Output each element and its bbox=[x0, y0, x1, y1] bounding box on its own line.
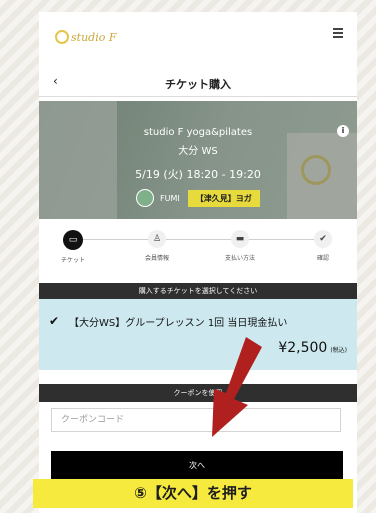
step-connector bbox=[77, 239, 319, 240]
avatar bbox=[136, 189, 154, 207]
logo-text: studio F bbox=[71, 31, 117, 44]
step-confirm: ✔ 確認 bbox=[293, 230, 353, 262]
info-icon[interactable]: i bbox=[337, 125, 349, 137]
step-label: チケット bbox=[60, 257, 85, 264]
hamburger-menu-icon[interactable] bbox=[333, 28, 343, 38]
ticket-section-header: 購入するチケットを選択してください bbox=[39, 283, 357, 299]
lesson-hero: studio F yoga&pilates 大分 WS 5/19 (火) 18:… bbox=[39, 101, 357, 219]
logo-mark-icon bbox=[55, 30, 69, 44]
category-badge: 【津久見】ヨガ bbox=[187, 189, 260, 207]
ticket-name: 【大分WS】グループレッスン 1回 当日現金払い bbox=[69, 318, 288, 329]
step-ticket: ▭ チケット bbox=[43, 230, 103, 264]
progress-steps: ▭ チケット ♙ 会員情報 ▬ 支払い方法 ✔ 確認 bbox=[39, 224, 357, 276]
credit-card-icon: ▬ bbox=[231, 230, 249, 248]
tax-note: (税込) bbox=[330, 347, 347, 354]
selected-check-icon: ✔ bbox=[49, 314, 60, 328]
ticket-icon: ▭ bbox=[63, 230, 83, 250]
menu-bar bbox=[333, 32, 343, 34]
instructor-name: FUMI bbox=[160, 193, 180, 203]
page-title: チケット購入 bbox=[165, 78, 231, 91]
step-label: 会員情報 bbox=[144, 255, 169, 262]
title-bar: ‹ チケット購入 bbox=[39, 72, 357, 97]
step-member-info: ♙ 会員情報 bbox=[127, 230, 187, 262]
check-icon: ✔ bbox=[314, 230, 332, 248]
lesson-name: 大分 WS bbox=[178, 146, 218, 157]
instructor-row: FUMI 【津久見】ヨガ bbox=[136, 189, 260, 207]
arrow-shape bbox=[212, 337, 262, 437]
price-amount: ¥2,500 bbox=[278, 340, 328, 356]
step-label: 支払い方法 bbox=[224, 255, 255, 262]
step-label: 確認 bbox=[316, 255, 329, 262]
top-bar: studio F bbox=[39, 12, 357, 56]
person-icon: ♙ bbox=[148, 230, 166, 248]
red-arrow-annotation bbox=[212, 337, 262, 437]
studio-f-logo[interactable]: studio F bbox=[55, 24, 116, 44]
next-button[interactable]: 次へ bbox=[51, 451, 343, 479]
menu-bar bbox=[333, 28, 343, 30]
menu-bar bbox=[333, 36, 343, 38]
instruction-caption: ⑤【次へ】を押す bbox=[33, 479, 353, 508]
lesson-datetime: 5/19 (火) 18:20 - 19:20 bbox=[135, 168, 261, 181]
studio-name: studio F yoga&pilates bbox=[143, 127, 253, 138]
ticket-price: ¥2,500 (税込) bbox=[278, 340, 347, 356]
step-payment-method: ▬ 支払い方法 bbox=[210, 230, 270, 262]
